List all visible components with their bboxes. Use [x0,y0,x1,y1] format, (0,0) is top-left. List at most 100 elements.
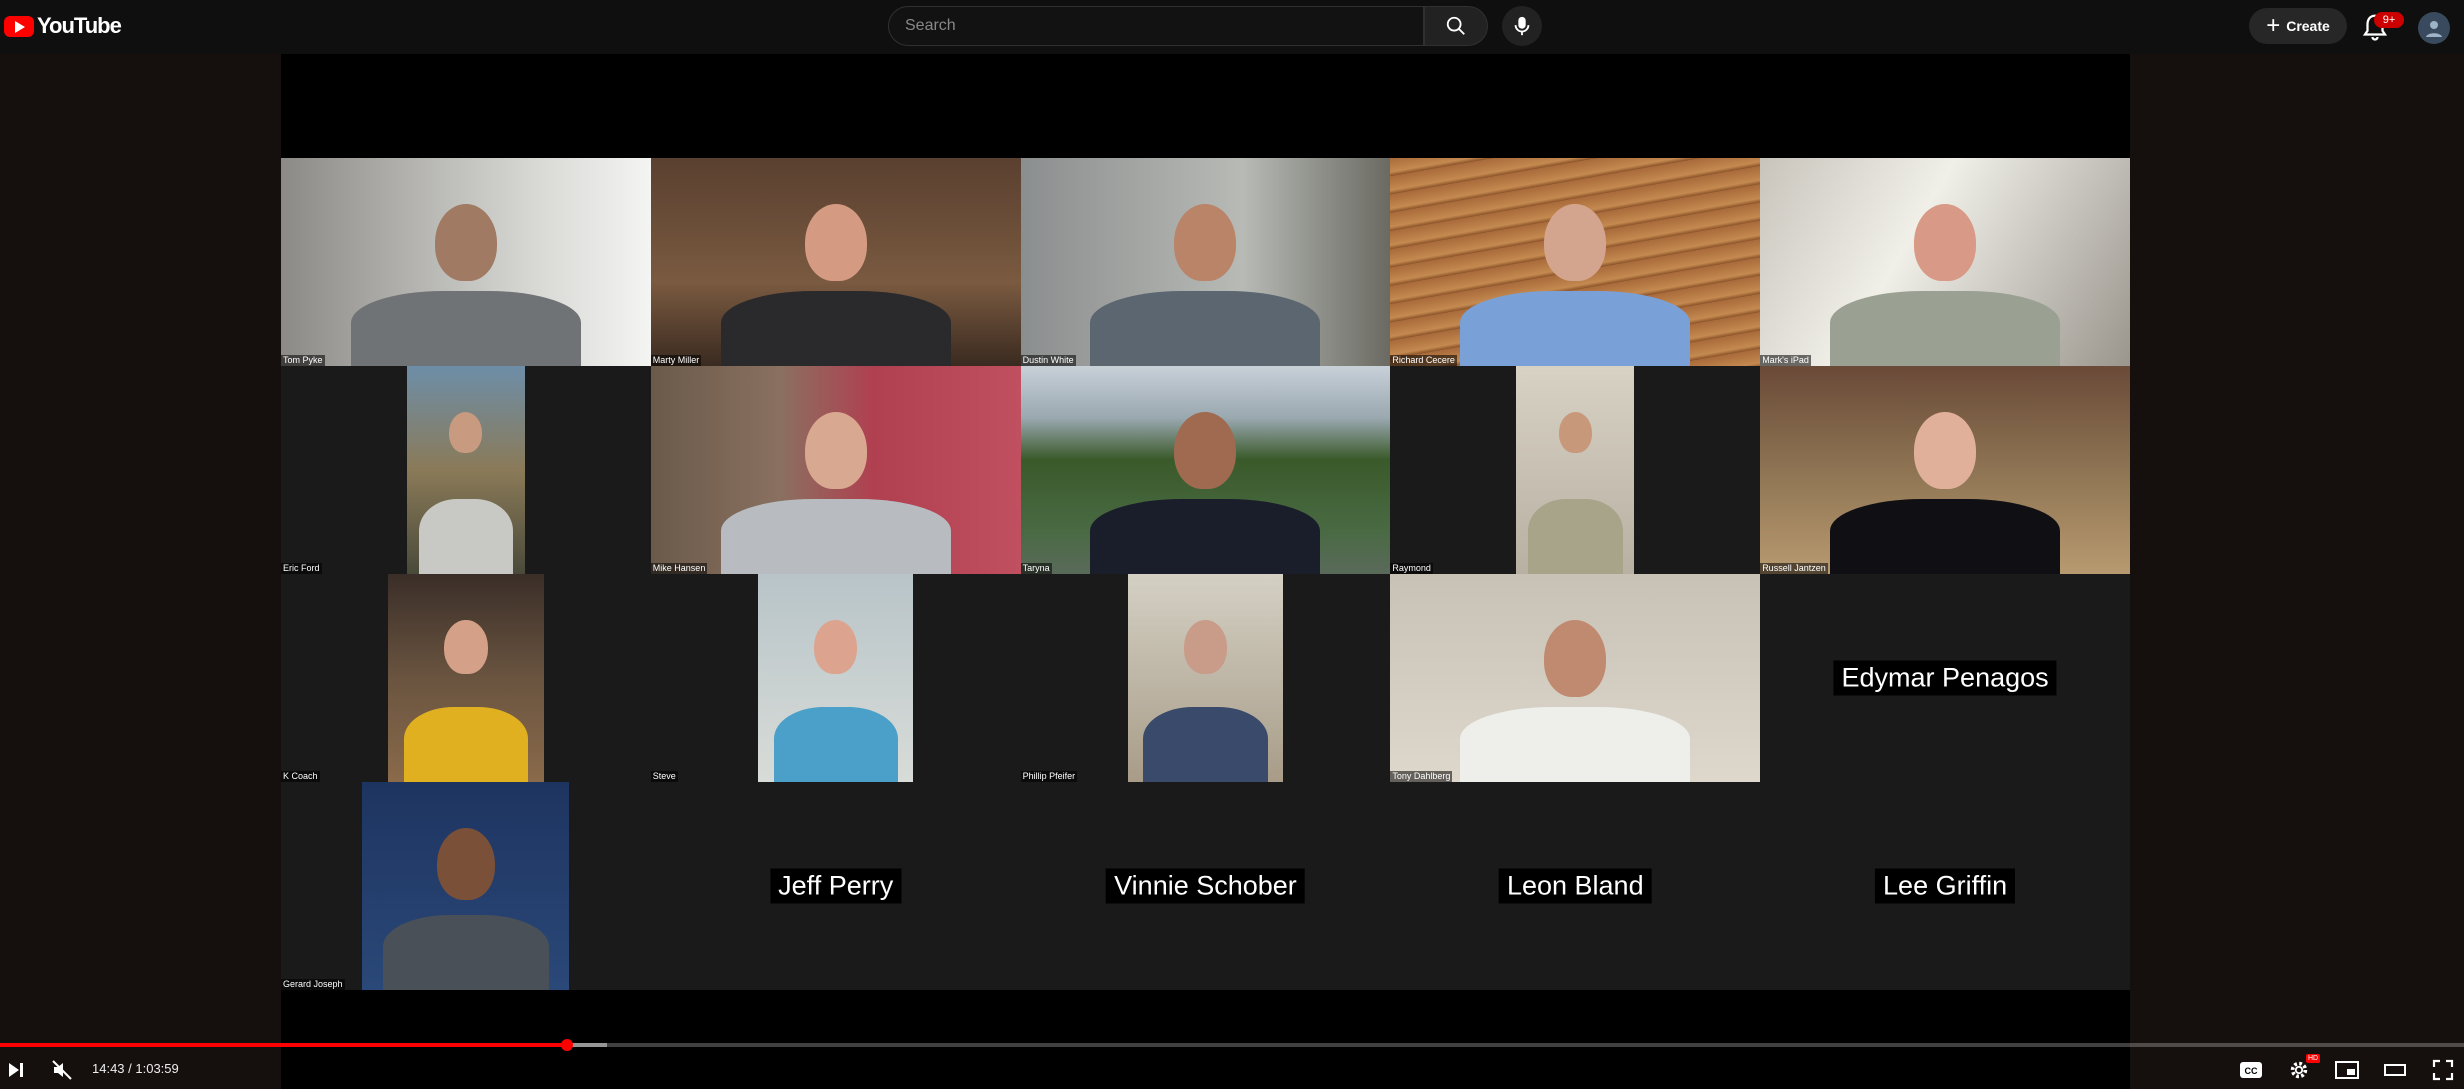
next-button[interactable] [4,1058,28,1082]
participant-name-label: Dustin White [1020,355,1076,366]
participant-video-feed [362,782,570,990]
participant-tile-jeff-perry: Jeff Perry [650,782,1021,990]
participant-tile-vinnie-schober: Vinnie Schober [1020,782,1391,990]
participant-name-label: Marty Miller [650,355,702,366]
participant-video-feed [406,366,526,574]
participant-video-feed [388,574,544,782]
participant-tile-mike-hansen: Mike Hansen [650,366,1021,574]
captions-icon: CC [2240,1062,2262,1078]
participant-torso [1527,499,1623,574]
mute-button[interactable] [50,1058,74,1082]
participant-name-label: Mike Hansen [650,563,708,574]
theater-mode-button[interactable] [2382,1058,2408,1082]
participant-tile-richard-cecere: Richard Cecere [1390,158,1761,366]
participant-video-feed [1020,366,1391,574]
search-icon [1446,16,1465,35]
participant-face [1558,411,1592,454]
participant-torso [773,707,898,782]
search-input[interactable]: Search [888,6,1424,46]
participant-face [1174,411,1237,490]
participant-torso [418,499,514,574]
participant-video-feed [1127,574,1284,782]
participant-face [1183,619,1228,675]
logo-text: YouTube [37,13,122,38]
search-button[interactable] [1424,6,1488,46]
participant-name-label: Mark's iPad [1760,355,1811,366]
participant-torso [1090,499,1321,574]
participant-torso [720,291,951,366]
miniplayer-icon [2335,1061,2359,1079]
participant-face [804,203,867,282]
participant-face [434,203,497,282]
participant-tile-russell-jantzen: Russell Jantzen [1760,366,2130,574]
participant-torso [1143,707,1268,782]
participant-face [1544,203,1607,282]
meeting-gallery-grid: Tom Pyke Marty Miller Dustin White Richard … [281,158,2130,990]
participant-tile-edymar-penagos: Edymar Penagos [1760,574,2130,782]
participant-name-label: K Coach [281,771,320,782]
participant-video-feed [1760,158,2130,366]
participant-video-feed [281,158,651,366]
participant-tile-mark-s-ipad: Mark's iPad [1760,158,2130,366]
participant-video-feed [650,158,1021,366]
svg-text:CC: CC [2245,1066,2258,1076]
participant-face [813,619,858,675]
participant-name-label: Tom Pyke [281,355,325,366]
participant-name-label: Steve [650,771,678,782]
search-placeholder: Search [905,17,956,34]
voice-search-button[interactable] [1502,6,1542,46]
participant-name-placeholder: Jeff Perry [770,868,902,904]
time-display: 14:43 / 1:03:59 [92,1061,179,1076]
participant-tile-lee-griffin: Lee Griffin [1760,782,2130,990]
play-next-icon [9,1063,23,1077]
participant-name-label: Gerard Joseph [281,979,345,990]
participant-video-feed [1390,574,1761,782]
participant-video-feed [758,574,914,782]
create-label: Create [2286,18,2330,34]
participant-torso [1460,707,1691,782]
participant-tile-marty-miller: Marty Miller [650,158,1021,366]
participant-torso [403,707,529,782]
participant-name-placeholder: Vinnie Schober [1106,868,1305,904]
account-avatar[interactable] [2418,12,2450,44]
participant-name-placeholder: Leon Bland [1498,868,1652,904]
participant-torso [1460,291,1691,366]
volume-muted-icon [52,1060,72,1080]
participant-name-label: Eric Ford [281,563,322,574]
participant-tile-taryna: Taryna [1020,366,1391,574]
participant-tile-leon-bland: Leon Bland [1390,782,1761,990]
progress-scrubber-handle[interactable] [560,1039,573,1051]
participant-torso [1830,499,2061,574]
participant-video-feed [1760,366,2130,574]
hd-badge: HD [2306,1054,2321,1063]
participant-name-label: Raymond [1390,563,1433,574]
participant-tile-gerard-joseph: Gerard Joseph [281,782,651,990]
participant-face [1544,619,1607,698]
fullscreen-button[interactable] [2430,1058,2456,1082]
youtube-logo[interactable]: YouTube [4,13,122,39]
captions-button[interactable]: CC [2238,1058,2264,1082]
participant-face [444,619,488,675]
participant-face [804,411,867,490]
participant-video-feed [1390,158,1761,366]
theater-mode-icon [2384,1064,2406,1076]
participant-name-label: Tony Dahlberg [1390,771,1453,782]
plus-icon: + [2266,12,2281,39]
participant-face [436,827,495,901]
participant-torso [383,915,549,990]
participant-tile-tom-pyke: Tom Pyke [281,158,651,366]
participant-torso [1830,291,2061,366]
participant-name-label: Russell Jantzen [1760,563,1828,574]
participant-face [1914,411,1977,490]
create-button[interactable]: + Create [2249,8,2347,44]
notification-badge: 9+ [2374,12,2404,28]
miniplayer-button[interactable] [2334,1058,2360,1082]
participant-tile-eric-ford: Eric Ford [281,366,651,574]
participant-face [1914,203,1977,282]
participant-name-label: Taryna [1020,563,1052,574]
participant-video-feed [650,366,1021,574]
participant-name-placeholder: Edymar Penagos [1833,660,2057,696]
participant-torso [1090,291,1321,366]
avatar-icon [2426,21,2442,37]
participant-tile-tony-dahlberg: Tony Dahlberg [1390,574,1761,782]
